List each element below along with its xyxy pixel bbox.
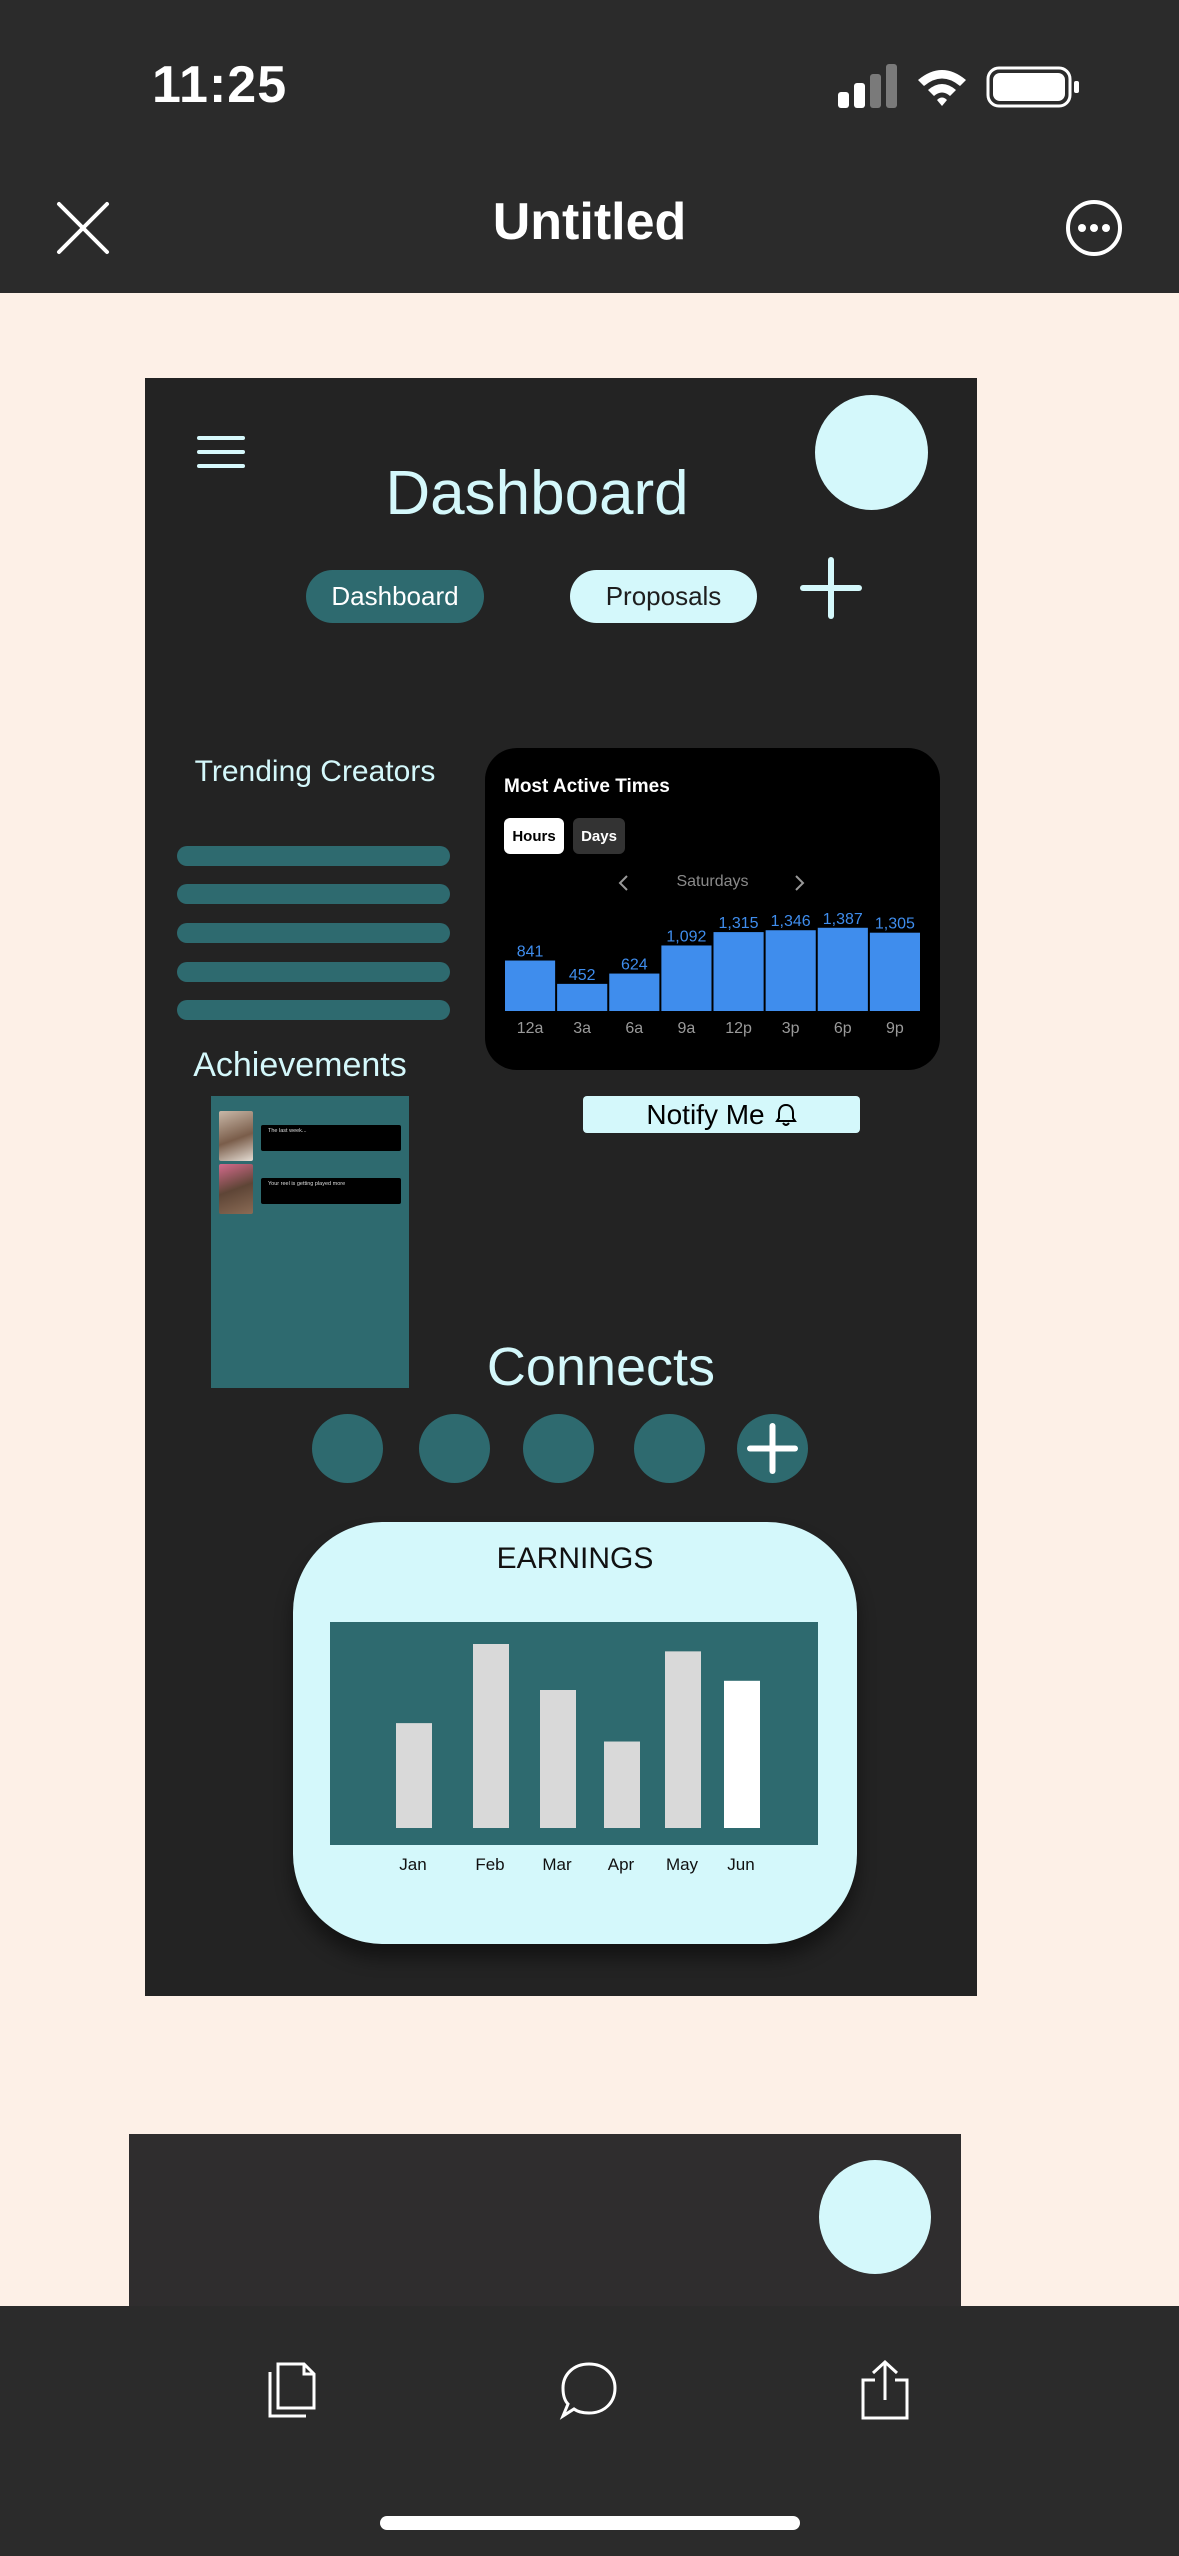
earnings-month-label: Jun — [727, 1855, 754, 1874]
home-indicator — [380, 2516, 800, 2530]
connects-title: Connects — [486, 1337, 716, 1397]
achievement-note: The last week... — [261, 1125, 401, 1151]
add-connect-icon[interactable] — [737, 1414, 808, 1483]
status-time: 11:25 — [152, 56, 288, 114]
trending-creator-item[interactable] — [177, 884, 450, 904]
earnings-bar — [396, 1723, 432, 1828]
active-time-tick-label: 9p — [886, 1020, 904, 1037]
active-time-value-label: 1,315 — [719, 915, 759, 932]
achievement-item[interactable]: Your reel is getting played more — [219, 1164, 401, 1214]
active-time-tick-label: 3p — [782, 1020, 800, 1037]
active-time-bar — [869, 932, 920, 1011]
earnings-month-label: Feb — [475, 1855, 504, 1874]
avatar[interactable] — [819, 2160, 931, 2274]
trending-creators-title: Trending Creators — [194, 755, 436, 788]
earnings-card: EARNINGS Jan Feb Mar Apr May Jun — [293, 1522, 857, 1944]
earnings-month-label: Apr — [608, 1855, 635, 1874]
dashboard-artboard: Dashboard Dashboard Proposals Trending C… — [145, 378, 977, 1996]
active-time-tick-label: 12p — [725, 1020, 752, 1037]
active-time-tick-label: 9a — [678, 1020, 696, 1037]
most-active-times-card: Most Active Times Hours Days Saturdays 8… — [485, 748, 940, 1070]
active-time-value-label: 452 — [569, 967, 596, 984]
notify-me-label: Notify Me — [646, 1098, 765, 1130]
notify-me-button[interactable]: Notify Me — [583, 1096, 860, 1133]
achievement-item[interactable]: The last week... — [219, 1111, 401, 1161]
earnings-bar — [473, 1644, 509, 1828]
active-time-value-label: 1,387 — [823, 911, 863, 928]
copy-icon[interactable] — [260, 2358, 324, 2422]
earnings-bar — [604, 1741, 640, 1828]
bell-icon — [774, 1103, 797, 1126]
earnings-month-label: Jan — [399, 1855, 426, 1874]
connect-avatar[interactable] — [523, 1414, 594, 1483]
active-time-value-label: 624 — [621, 957, 648, 974]
active-time-value-label: 1,346 — [771, 913, 811, 930]
achievements-title: Achievements — [193, 1046, 407, 1084]
page-title: Untitled — [492, 193, 687, 251]
earnings-bar — [540, 1690, 576, 1828]
active-time-value-label: 841 — [517, 944, 544, 961]
active-time-bar — [817, 927, 868, 1011]
dashboard-title: Dashboard — [385, 459, 689, 528]
active-time-bar — [557, 983, 608, 1011]
share-icon[interactable] — [853, 2358, 917, 2422]
connect-avatar[interactable] — [634, 1414, 705, 1483]
earnings-chart: Jan Feb Mar Apr May Jun — [330, 1622, 818, 1874]
signal-icon — [838, 64, 897, 108]
more-options-icon[interactable] — [1064, 198, 1124, 258]
comment-icon[interactable] — [557, 2358, 621, 2422]
active-time-bar — [765, 930, 816, 1011]
status-icons — [838, 64, 1079, 108]
achievement-note: Your reel is getting played more — [261, 1178, 401, 1204]
active-time-bar — [505, 960, 556, 1011]
active-time-value-label: 1,305 — [875, 916, 915, 933]
achievement-text: Your reel is getting played more — [268, 1181, 346, 1187]
active-time-value-label: 1,092 — [666, 928, 706, 945]
nav-bar: Untitled — [0, 160, 1179, 293]
trending-creator-item[interactable] — [177, 846, 450, 866]
achievement-photo — [219, 1164, 253, 1214]
active-time-bar — [661, 945, 712, 1011]
achievement-photo — [219, 1111, 253, 1161]
earnings-month-label: May — [666, 1855, 699, 1874]
achievement-text: The last week... — [268, 1128, 307, 1134]
active-time-tick-label: 3a — [573, 1020, 591, 1037]
wifi-icon — [918, 70, 966, 106]
trending-creator-item[interactable] — [177, 962, 450, 982]
trending-creator-item[interactable] — [177, 1000, 450, 1020]
active-time-bar — [713, 932, 764, 1011]
active-time-tick-label: 6p — [834, 1020, 852, 1037]
connect-avatar[interactable] — [312, 1414, 383, 1483]
active-time-bar — [609, 973, 660, 1011]
active-time-tick-label: 6a — [625, 1020, 643, 1037]
battery-icon — [986, 66, 1079, 108]
trending-creator-item[interactable] — [177, 923, 450, 943]
earnings-bar — [665, 1651, 701, 1828]
status-bar: 11:25 — [0, 0, 1179, 160]
dashboard-tab-button[interactable]: Dashboard — [306, 570, 484, 623]
proposals-tab-button[interactable]: Proposals — [570, 570, 757, 623]
earnings-bar — [724, 1680, 760, 1828]
earnings-month-label: Mar — [542, 1855, 572, 1874]
connect-avatar[interactable] — [419, 1414, 490, 1483]
add-icon[interactable] — [799, 556, 863, 620]
active-times-chart: 841 12a 452 3a 624 6a 1,092 9a 1,315 12p 1,346 3p 1,… — [505, 911, 920, 1037]
active-time-tick-label: 12a — [517, 1020, 544, 1037]
